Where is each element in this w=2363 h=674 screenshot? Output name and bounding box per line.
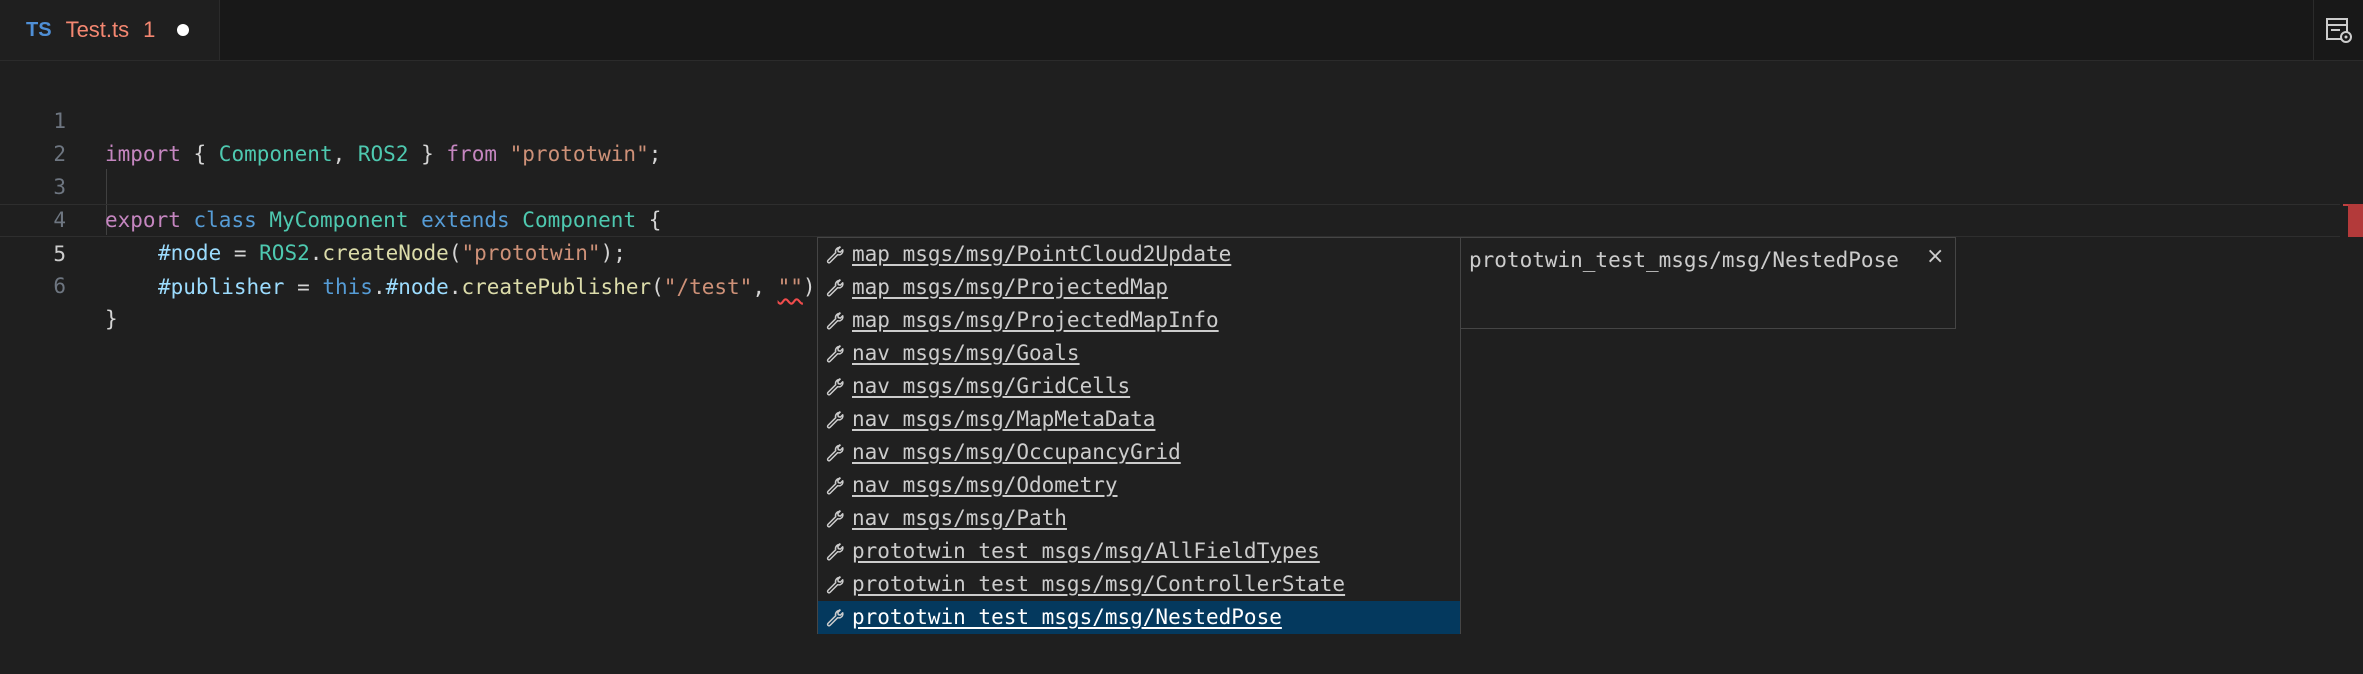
- code-line-2[interactable]: 2: [0, 105, 2340, 166]
- suggest-item-label: nav_msgs/msg/Odometry: [852, 473, 1118, 497]
- suggest-item-label: prototwin_test_msgs/msg/NestedPose: [852, 605, 1282, 629]
- tab-file-name: Test.ts: [65, 17, 130, 42]
- code-line-1[interactable]: 1 import { Component, ROS2 } from "proto…: [0, 72, 2340, 166]
- wrench-icon: [818, 377, 852, 397]
- punct-token: .: [448, 275, 462, 299]
- code-line-4[interactable]: 4 #node = ROS2.createNode("prototwin");: [0, 171, 2340, 265]
- suggest-item[interactable]: nav_msgs/msg/GridCells: [818, 370, 1460, 403]
- tab-bar: TS Test.ts 1: [0, 0, 2363, 61]
- suggest-details-panel: prototwin_test_msgs/msg/NestedPose ×: [1461, 237, 1956, 329]
- suggest-item-label: map_msgs/msg/ProjectedMapInfo: [852, 308, 1219, 332]
- string-token: "/test": [663, 275, 753, 299]
- customize-layout-icon[interactable]: [2313, 0, 2363, 60]
- wrench-icon: [818, 245, 852, 265]
- code-line-5[interactable]: 5 #publisher = this.#node.createPublishe…: [0, 204, 2340, 299]
- suggest-item-label: nav_msgs/msg/GridCells: [852, 374, 1131, 398]
- wrench-icon: [818, 509, 852, 529]
- suggest-item[interactable]: nav_msgs/msg/Path: [818, 502, 1460, 535]
- typescript-icon: TS: [26, 18, 52, 41]
- suggest-item-label: map_msgs/msg/ProjectedMap: [852, 275, 1169, 299]
- wrench-icon: [818, 608, 852, 628]
- wrench-icon: [818, 542, 852, 562]
- tab-problem-count: 1: [143, 17, 156, 42]
- suggest-item[interactable]: map_msgs/msg/ProjectedMapInfo: [818, 304, 1460, 337]
- wrench-icon: [818, 575, 852, 595]
- punct-token: .: [372, 275, 386, 299]
- error-squiggle-string[interactable]: "": [778, 275, 803, 299]
- keyword-token: this: [322, 275, 373, 299]
- wrench-icon: [818, 278, 852, 298]
- suggest-item-label: prototwin_test_msgs/msg/AllFieldTypes: [852, 539, 1320, 563]
- suggest-item[interactable]: nav_msgs/msg/OccupancyGrid: [818, 436, 1460, 469]
- layout-gear-icon: [2325, 18, 2352, 43]
- suggest-item[interactable]: map_msgs/msg/ProjectedMap: [818, 271, 1460, 304]
- suggest-details-text: prototwin_test_msgs/msg/NestedPose: [1469, 248, 1899, 272]
- function-token: createPublisher: [461, 275, 652, 299]
- punct-token: (: [651, 275, 664, 299]
- wrench-icon: [818, 311, 852, 331]
- suggest-item-label: nav_msgs/msg/OccupancyGrid: [852, 440, 1181, 464]
- suggest-item[interactable]: map_msgs/msg/PointCloud2Update: [818, 238, 1460, 271]
- overview-ruler-error-mark[interactable]: [2348, 204, 2363, 237]
- close-icon[interactable]: ×: [1926, 244, 1944, 269]
- wrench-icon: [818, 344, 852, 364]
- wrench-icon: [818, 476, 852, 496]
- unsaved-dot-icon[interactable]: [177, 24, 190, 36]
- suggest-widget[interactable]: map_msgs/msg/PointCloud2Update map_msgs/m…: [817, 237, 1461, 634]
- suggest-item-label: nav_msgs/msg/MapMetaData: [852, 407, 1156, 431]
- punct-token: ,: [752, 275, 778, 299]
- tab-test-ts[interactable]: TS Test.ts 1: [0, 0, 220, 60]
- line-number: 6: [53, 274, 66, 298]
- suggest-item-label: map_msgs/msg/PointCloud2Update: [852, 242, 1232, 266]
- suggest-item-label: nav_msgs/msg/Path: [852, 506, 1067, 530]
- suggest-item[interactable]: nav_msgs/msg/MapMetaData: [818, 403, 1460, 436]
- suggest-item[interactable]: prototwin_test_msgs/msg/NestedPose: [818, 601, 1460, 634]
- punct-token: =: [284, 275, 323, 299]
- field-token: #node: [385, 275, 449, 299]
- suggest-item-label: prototwin_test_msgs/msg/ControllerState: [852, 572, 1346, 596]
- suggest-item[interactable]: nav_msgs/msg/Goals: [818, 337, 1460, 370]
- field-token: #publisher: [158, 275, 285, 299]
- suggest-item[interactable]: prototwin_test_msgs/msg/ControllerState: [818, 568, 1460, 601]
- code-line-3[interactable]: 3 export class MyComponent extends Compo…: [0, 138, 2340, 232]
- suggest-item[interactable]: nav_msgs/msg/Odometry: [818, 469, 1460, 502]
- wrench-icon: [818, 410, 852, 430]
- punct-token: }: [105, 307, 118, 331]
- wrench-icon: [818, 443, 852, 463]
- suggest-item-label: nav_msgs/msg/Goals: [852, 341, 1080, 365]
- suggest-item[interactable]: prototwin_test_msgs/msg/AllFieldTypes: [818, 535, 1460, 568]
